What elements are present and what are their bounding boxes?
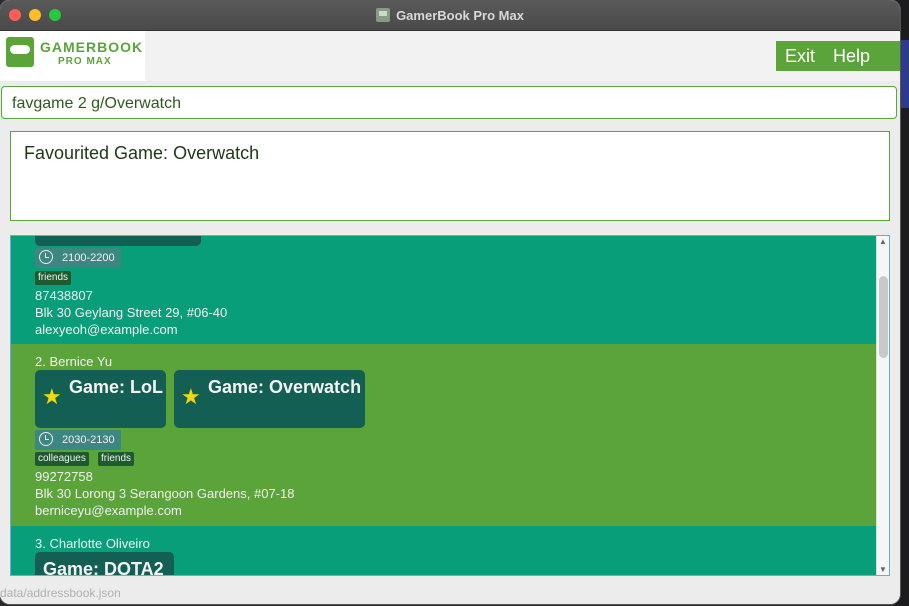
- app-logo: GAMERBOOK PRO MAX: [0, 31, 145, 81]
- status-bar: data/addressbook.json: [0, 582, 900, 604]
- window-title: GamerBook Pro Max: [396, 7, 524, 23]
- star-icon: ★: [42, 384, 62, 409]
- clock-icon: [39, 432, 53, 446]
- label-tag: friends: [35, 271, 72, 285]
- person-name: 3. Charlotte Oliveiro: [35, 536, 150, 551]
- person-card[interactable]: 3. Charlotte Oliveiro Game: DOTA2: [11, 526, 876, 575]
- title-bar: GamerBook Pro Max: [0, 0, 900, 31]
- app-window: GamerBook Pro Max GAMERBOOK PRO MAX Exit…: [0, 0, 900, 604]
- label-tag: colleagues: [35, 452, 89, 466]
- clock-icon: [39, 250, 53, 264]
- app-icon: [376, 8, 391, 22]
- game-tag: Game: DOTA2: [35, 552, 174, 575]
- game-tag: ★ Game: Overwatch: [174, 370, 365, 428]
- scrollbar-thumb[interactable]: [879, 276, 888, 358]
- game-label: Game: DOTA2: [43, 559, 164, 575]
- command-input-value: favgame 2 g/Overwatch: [12, 95, 181, 112]
- scroll-down-icon[interactable]: ▼: [879, 565, 887, 574]
- phone: 87438807: [35, 288, 93, 303]
- person-card[interactable]: 2100-2200 friends 87438807 Blk 30 Geylan…: [11, 236, 876, 344]
- person-card[interactable]: 2. Bernice Yu ★ Game: LoL ★ Game: Overwa…: [11, 344, 876, 526]
- result-message: Favourited Game: Overwatch: [24, 143, 260, 163]
- person-list[interactable]: 2100-2200 friends 87438807 Blk 30 Geylan…: [10, 235, 890, 576]
- email: alexyeoh@example.com: [35, 322, 178, 337]
- game-tag: ★ Game: LoL: [35, 370, 166, 428]
- star-icon: ★: [181, 384, 201, 409]
- address: Blk 30 Lorong 3 Serangoon Gardens, #07-1…: [35, 486, 295, 501]
- person-name: 2. Bernice Yu: [35, 354, 113, 369]
- save-location: data/addressbook.json: [0, 586, 121, 600]
- game-label: Game: Overwatch: [208, 377, 362, 397]
- time-text: 2100-2200: [62, 252, 115, 264]
- scroll-up-icon[interactable]: ▲: [879, 237, 887, 246]
- phone: 99272758: [35, 469, 93, 484]
- email: berniceyu@example.com: [35, 503, 182, 518]
- menu-help[interactable]: Help: [824, 46, 879, 67]
- app-header: GAMERBOOK PRO MAX Exit Help: [0, 31, 900, 81]
- menu-exit[interactable]: Exit: [776, 46, 824, 67]
- label-tag: friends: [98, 452, 135, 466]
- logo-subtitle: PRO MAX: [58, 56, 112, 67]
- address: Blk 30 Geylang Street 29, #06-40: [35, 305, 228, 320]
- gamepad-icon: [6, 37, 34, 67]
- game-tag: [35, 236, 201, 246]
- menu-bar: Exit Help: [776, 41, 900, 71]
- time-badge: 2100-2200: [35, 248, 121, 268]
- time-text: 2030-2130: [62, 434, 115, 446]
- logo-title: GAMERBOOK: [40, 39, 144, 55]
- time-badge: 2030-2130: [35, 430, 121, 450]
- result-display: Favourited Game: Overwatch: [10, 131, 890, 221]
- list-scrollbar[interactable]: ▲ ▼: [876, 236, 889, 575]
- game-label: Game: LoL: [69, 377, 164, 397]
- command-input[interactable]: favgame 2 g/Overwatch: [1, 86, 897, 119]
